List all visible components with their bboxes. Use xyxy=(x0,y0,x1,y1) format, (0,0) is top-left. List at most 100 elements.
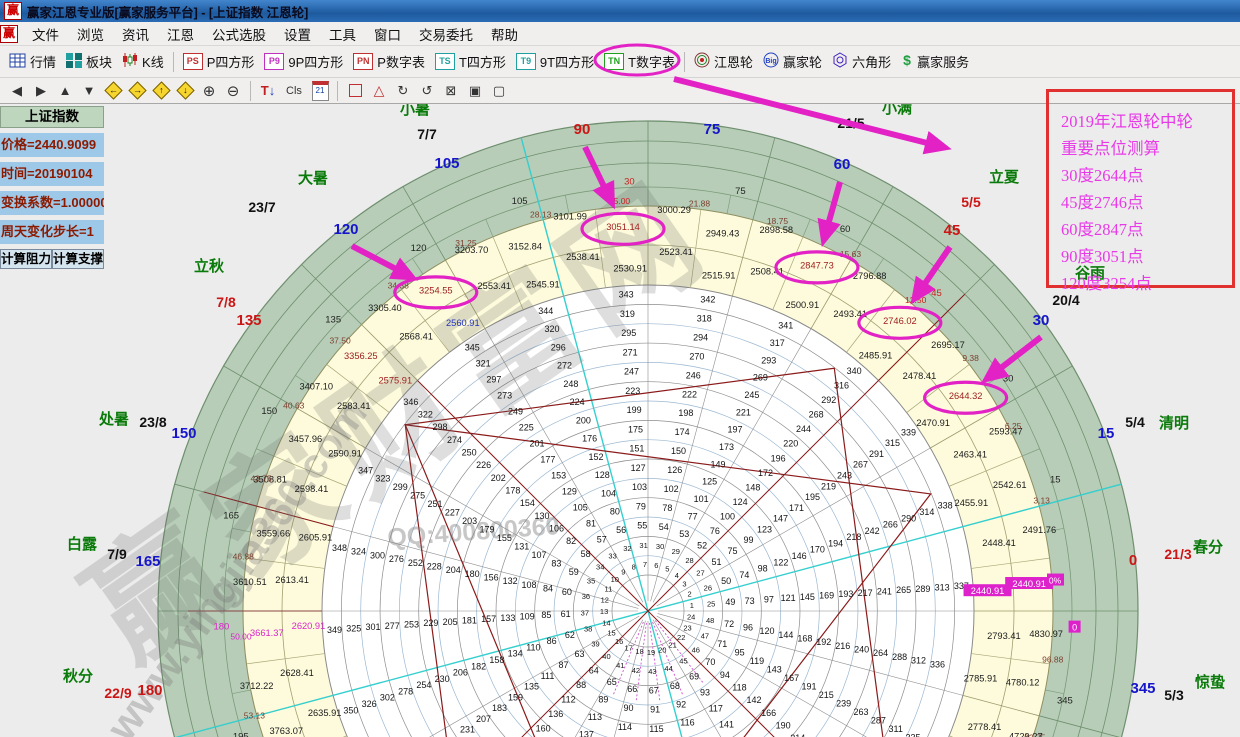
svg-text:3763.07: 3763.07 xyxy=(269,726,303,736)
toolbar-item-label: T数字表 xyxy=(628,52,675,71)
menu-item-2[interactable]: 浏览 xyxy=(68,22,113,46)
menu-item-6[interactable]: 设置 xyxy=(275,22,320,46)
nav-down-icon[interactable]: ▼ xyxy=(78,81,100,101)
calendar-icon[interactable]: 21 xyxy=(309,81,331,101)
toolbar-item-六角形[interactable]: 六角形 xyxy=(827,50,896,73)
svg-text:159: 159 xyxy=(508,692,523,702)
menu-item-10[interactable]: 帮助 xyxy=(482,22,527,46)
diamond-up-icon[interactable]: ↑ xyxy=(150,81,172,101)
calc-support-button[interactable]: 计算支撑 xyxy=(52,249,104,269)
svg-text:40: 40 xyxy=(602,652,610,661)
svg-text:220: 220 xyxy=(783,439,798,449)
svg-text:345: 345 xyxy=(465,343,480,353)
svg-text:291: 291 xyxy=(869,449,884,459)
svg-text:5/4: 5/4 xyxy=(1125,414,1145,430)
svg-text:2568.41: 2568.41 xyxy=(399,332,433,342)
svg-text:2605.91: 2605.91 xyxy=(299,532,333,542)
svg-text:2515.91: 2515.91 xyxy=(702,270,736,280)
svg-text:271: 271 xyxy=(623,347,638,357)
main-toolbar: 行情板块K线 PSP四方形P99P四方形PNP数字表TST四方形T99T四方形TN… xyxy=(0,46,1240,78)
center-tool-icon[interactable]: ▣ xyxy=(464,81,486,101)
toolbar-item-赢家轮[interactable]: Big赢家轮 xyxy=(758,50,827,73)
svg-text:3.13: 3.13 xyxy=(1033,496,1050,506)
parameter-panel: 上证指数 价格=2440.9099时间=20190104变换系数=1.00000… xyxy=(0,106,104,269)
menu-item-9[interactable]: 交易委托 xyxy=(410,22,482,46)
svg-text:121: 121 xyxy=(781,593,796,603)
rotate-ccw-icon[interactable]: ↺ xyxy=(416,81,438,101)
svg-text:22/9: 22/9 xyxy=(104,685,131,701)
svg-text:87: 87 xyxy=(559,660,569,670)
diamond-left-icon[interactable]: ← xyxy=(102,81,124,101)
toolbar-item-江恩轮[interactable]: 江恩轮 xyxy=(689,50,758,73)
svg-text:2575.91: 2575.91 xyxy=(379,375,413,385)
PS-badge-icon: PS xyxy=(183,53,203,70)
svg-text:3407.10: 3407.10 xyxy=(299,381,333,391)
toolbar-item-9T四方形[interactable]: T99T四方形 xyxy=(511,50,599,73)
toolbar-item-P四方形[interactable]: PSP四方形 xyxy=(178,50,260,73)
svg-text:73: 73 xyxy=(745,596,755,606)
svg-text:197: 197 xyxy=(727,425,742,435)
toolbar-item-9P四方形[interactable]: P99P四方形 xyxy=(259,50,348,73)
zoom-out-icon[interactable]: ⊖ xyxy=(222,81,244,101)
svg-text:30: 30 xyxy=(656,542,664,551)
toolbar-item-赢家服务[interactable]: $赢家服务 xyxy=(896,50,974,73)
svg-text:2949.43: 2949.43 xyxy=(706,228,740,238)
menu-item-3[interactable]: 资讯 xyxy=(113,22,158,46)
svg-text:39: 39 xyxy=(591,639,599,648)
svg-text:119: 119 xyxy=(750,656,764,666)
svg-text:2455.91: 2455.91 xyxy=(955,498,989,508)
time-down-icon[interactable]: T↓ xyxy=(257,81,279,101)
toolbar-item-K线[interactable]: K线 xyxy=(117,50,169,73)
toolbar-item-板块[interactable]: 板块 xyxy=(61,50,117,73)
svg-text:90: 90 xyxy=(624,703,634,713)
svg-text:239: 239 xyxy=(836,698,851,708)
svg-text:97: 97 xyxy=(764,595,774,605)
svg-text:26: 26 xyxy=(704,583,712,592)
svg-text:19: 19 xyxy=(647,648,655,657)
diamond-down-icon[interactable]: ↓ xyxy=(174,81,196,101)
toolbar-item-T四方形[interactable]: TST四方形 xyxy=(430,50,511,73)
svg-text:37: 37 xyxy=(581,608,589,617)
svg-text:25: 25 xyxy=(707,600,715,609)
svg-text:270: 270 xyxy=(689,351,704,361)
svg-text:2793.41: 2793.41 xyxy=(987,631,1021,641)
menu-item-7[interactable]: 工具 xyxy=(320,22,365,46)
menu-item-5[interactable]: 公式选股 xyxy=(203,22,275,46)
svg-text:176: 176 xyxy=(582,434,597,444)
svg-text:266: 266 xyxy=(883,520,898,530)
toolbar-separator xyxy=(173,52,174,72)
toolbar-item-行情[interactable]: 行情 xyxy=(4,50,61,73)
svg-text:2485.91: 2485.91 xyxy=(859,350,893,360)
svg-text:28.13: 28.13 xyxy=(530,209,552,219)
svg-text:70: 70 xyxy=(705,657,715,667)
svg-text:2553.41: 2553.41 xyxy=(478,281,512,291)
triangle-tool-icon[interactable]: △ xyxy=(368,81,390,101)
square-tool-icon[interactable] xyxy=(344,81,366,101)
menu-item-8[interactable]: 窗口 xyxy=(365,22,410,46)
toolbar-item-P数字表[interactable]: PNP数字表 xyxy=(348,50,430,73)
svg-text:Big: Big xyxy=(765,58,776,65)
svg-text:23/7: 23/7 xyxy=(248,199,275,215)
TS-badge-icon: TS xyxy=(435,53,455,70)
svg-text:244: 244 xyxy=(796,424,811,434)
calc-resistance-button[interactable]: 计算阻力 xyxy=(0,249,52,269)
box-x-icon[interactable]: ⊠ xyxy=(440,81,462,101)
nav-right-icon[interactable]: ▶ xyxy=(30,81,52,101)
select-tool-icon[interactable]: ▢ xyxy=(488,81,510,101)
rotate-cw-icon[interactable]: ↻ xyxy=(392,81,414,101)
nav-left-icon[interactable]: ◀ xyxy=(6,81,28,101)
cls-icon[interactable]: Cls xyxy=(281,81,307,101)
diamond-right-icon[interactable]: → xyxy=(126,81,148,101)
menu-item-4[interactable]: 江恩 xyxy=(158,22,203,46)
nav-up-icon[interactable]: ▲ xyxy=(54,81,76,101)
menu-item-1[interactable]: 文件 xyxy=(23,22,68,46)
svg-text:83: 83 xyxy=(551,558,561,568)
svg-text:152: 152 xyxy=(588,452,603,462)
toolbar-item-T数字表[interactable]: TNT数字表 xyxy=(599,50,680,73)
zoom-in-icon[interactable]: ⊕ xyxy=(198,81,220,101)
svg-text:321: 321 xyxy=(476,359,491,369)
annotation-line-6: 90度3051点 xyxy=(1061,243,1232,270)
svg-text:193: 193 xyxy=(838,589,853,599)
svg-text:51: 51 xyxy=(711,557,721,567)
svg-text:146: 146 xyxy=(792,551,807,561)
